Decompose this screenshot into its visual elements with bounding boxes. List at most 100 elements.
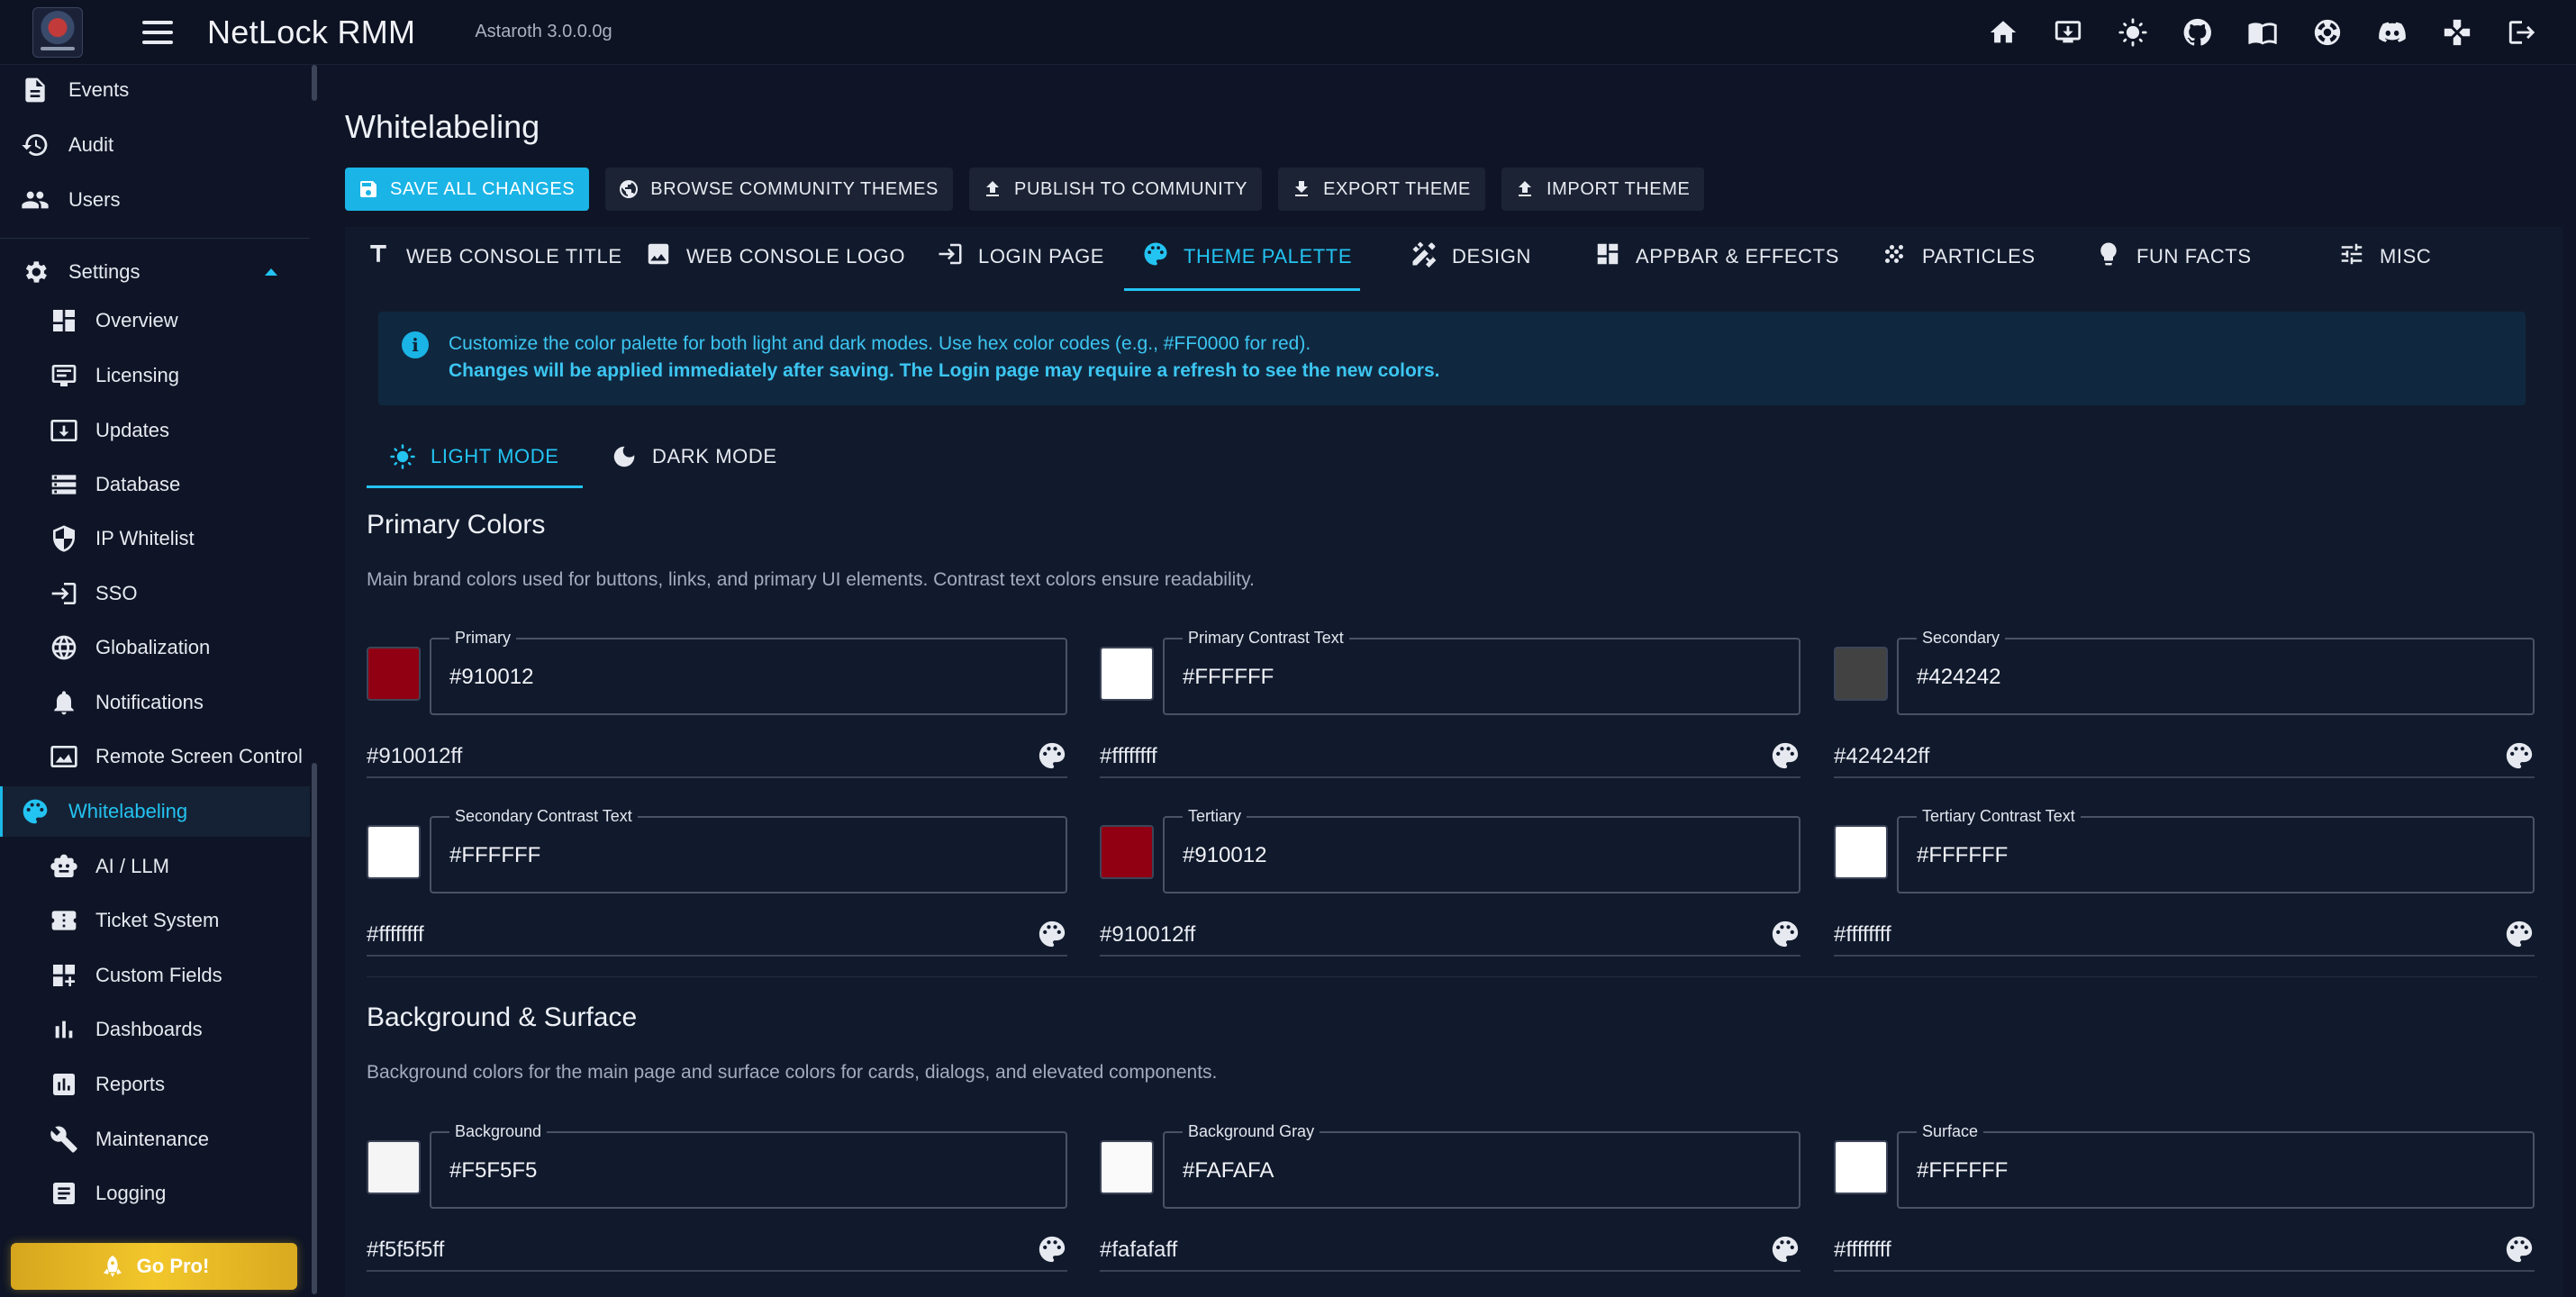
section-title-primary: Primary Colors xyxy=(367,510,546,540)
sidebar-item-overview[interactable]: Overview xyxy=(0,295,310,346)
tab-misc[interactable]: MISC xyxy=(2338,222,2431,292)
sidebar-item-maintenance[interactable]: Maintenance xyxy=(0,1114,310,1165)
sidebar-item-reports[interactable]: Reports xyxy=(0,1059,310,1110)
sidebar-item-audit[interactable]: Audit xyxy=(0,120,310,170)
palette-icon[interactable] xyxy=(1770,740,1800,771)
secondary-input[interactable]: Secondary #424242 xyxy=(1897,629,2535,715)
color-swatch[interactable] xyxy=(1100,825,1154,879)
logout-icon[interactable] xyxy=(2506,16,2538,49)
primary-contrast-text-input[interactable]: Primary Contrast Text #FFFFFF xyxy=(1163,629,1800,715)
color-swatch[interactable] xyxy=(367,1140,421,1194)
sidebar-item-label: Remote Screen Control xyxy=(95,745,303,767)
sidebar-item-updates[interactable]: Updates xyxy=(0,405,310,456)
sidebar-item-sso[interactable]: SSO xyxy=(0,568,310,619)
sidebar-item-dashboards[interactable]: Dashboards xyxy=(0,1004,310,1055)
publish-to-community-button[interactable]: PUBLISH TO COMMUNITY xyxy=(969,168,1263,211)
primary-contrast-text-picker-field[interactable]: #ffffffff xyxy=(1100,735,1800,778)
tab-web-console-title[interactable]: WEB CONSOLE TITLE xyxy=(365,222,622,292)
secondary-contrast-text-input[interactable]: Secondary Contrast Text #FFFFFF xyxy=(430,807,1067,893)
color-field-primary-contrast-text: Primary Contrast Text #FFFFFF #ffffffff xyxy=(1100,629,1800,800)
secondary-picker-field[interactable]: #424242ff xyxy=(1834,735,2535,778)
theme-toggle-icon[interactable] xyxy=(2117,16,2149,49)
tab-fun-facts[interactable]: FUN FACTS xyxy=(2095,222,2252,292)
log-icon xyxy=(49,1178,79,1209)
sidebar-item-database[interactable]: Database xyxy=(0,459,310,510)
background-input[interactable]: Background #F5F5F5 xyxy=(430,1122,1067,1209)
background-gray-input[interactable]: Background Gray #FAFAFA xyxy=(1163,1122,1800,1209)
tab-design[interactable]: DESIGN xyxy=(1410,222,1531,292)
primary-picker-field[interactable]: #910012ff xyxy=(367,735,1067,778)
field-value: #F5F5F5 xyxy=(449,1158,538,1183)
sidebar-item-ip-whitelist[interactable]: IP Whitelist xyxy=(0,513,310,564)
tertiary-input[interactable]: Tertiary #910012 xyxy=(1163,807,1800,893)
palette-icon[interactable] xyxy=(1037,919,1067,949)
home-icon[interactable] xyxy=(1987,16,2019,49)
palette-icon[interactable] xyxy=(2504,919,2535,949)
import-theme-button[interactable]: IMPORT THEME xyxy=(1501,168,1705,211)
discord-icon[interactable] xyxy=(2376,16,2408,49)
menu-toggle-icon[interactable] xyxy=(142,20,173,44)
sidebar-item-globalization[interactable]: Globalization xyxy=(0,622,310,673)
picker-value: #910012ff xyxy=(367,744,463,768)
color-swatch[interactable] xyxy=(1834,647,1888,701)
sidebar-item-users[interactable]: Users xyxy=(0,175,310,225)
game-icon[interactable] xyxy=(2441,16,2473,49)
tab-web-console-logo[interactable]: WEB CONSOLE LOGO xyxy=(645,222,905,292)
palette-icon[interactable] xyxy=(1037,740,1067,771)
login-icon xyxy=(49,578,79,609)
sidebar-item-ai-llm[interactable]: AI / LLM xyxy=(0,841,310,892)
primary-input[interactable]: Primary #910012 xyxy=(430,629,1067,715)
save-all-changes-button[interactable]: SAVE ALL CHANGES xyxy=(345,168,590,211)
color-swatch[interactable] xyxy=(367,825,421,879)
sidebar-item-settings[interactable]: Settings xyxy=(0,247,310,297)
tertiary-contrast-text-picker-field[interactable]: #ffffffff xyxy=(1834,913,2535,957)
sidebar-item-events[interactable]: Events xyxy=(0,65,310,115)
sidebar-item-logging[interactable]: Logging xyxy=(0,1168,310,1219)
info-line-2: Changes will be applied immediately afte… xyxy=(449,360,1440,381)
export-theme-button[interactable]: EXPORT THEME xyxy=(1278,168,1485,211)
tab-particles[interactable]: PARTICLES xyxy=(1881,222,2036,292)
background-picker-field[interactable]: #f5f5f5ff xyxy=(367,1229,1067,1272)
tab-appbar-effects[interactable]: APPBAR & EFFECTS xyxy=(1594,222,1839,292)
palette-icon[interactable] xyxy=(2504,1234,2535,1265)
sidebar-item-label: Notifications xyxy=(95,691,204,713)
color-swatch[interactable] xyxy=(367,647,421,701)
sidebar-item-label: Updates xyxy=(95,419,169,441)
surface-input[interactable]: Surface #FFFFFF xyxy=(1897,1122,2535,1209)
support-icon[interactable] xyxy=(2311,16,2344,49)
sidebar-item-remote-screen-control[interactable]: Remote Screen Control xyxy=(0,731,310,782)
color-swatch[interactable] xyxy=(1100,647,1154,701)
download-icon[interactable] xyxy=(2052,16,2084,49)
tab-login-page[interactable]: LOGIN PAGE xyxy=(937,222,1104,292)
background-gray-picker-field[interactable]: #fafafaff xyxy=(1100,1229,1800,1272)
palette-icon[interactable] xyxy=(2504,740,2535,771)
sidebar-item-licensing[interactable]: Licensing xyxy=(0,350,310,401)
palette-icon[interactable] xyxy=(1037,1234,1067,1265)
sidebar-item-ticket-system[interactable]: Ticket System xyxy=(0,895,310,946)
sidebar-item-custom-fields[interactable]: Custom Fields xyxy=(0,950,310,1001)
picker-value: #910012ff xyxy=(1100,922,1196,947)
color-swatch[interactable] xyxy=(1834,1140,1888,1194)
browse-community-themes-button[interactable]: BROWSE COMMUNITY THEMES xyxy=(605,168,953,211)
button-label: SAVE ALL CHANGES xyxy=(390,178,576,199)
docs-icon[interactable] xyxy=(2246,16,2279,49)
tertiary-contrast-text-input[interactable]: Tertiary Contrast Text #FFFFFF xyxy=(1897,807,2535,893)
sidebar-scrollbar-thumb[interactable] xyxy=(312,763,317,1294)
sidebar-item-notifications[interactable]: Notifications xyxy=(0,677,310,728)
sidebar-item-label: IP Whitelist xyxy=(95,527,195,549)
color-swatch[interactable] xyxy=(1834,825,1888,879)
tab-theme-palette[interactable]: THEME PALETTE xyxy=(1142,222,1352,292)
palette-icon[interactable] xyxy=(1770,919,1800,949)
github-icon[interactable] xyxy=(2181,16,2214,49)
tab-label: PARTICLES xyxy=(1922,245,2036,268)
sidebar-item-whitelabeling[interactable]: Whitelabeling xyxy=(0,786,310,837)
sidebar-scrollbar-top[interactable] xyxy=(312,65,317,101)
color-swatch[interactable] xyxy=(1100,1140,1154,1194)
palette-icon[interactable] xyxy=(1770,1234,1800,1265)
tab-light-mode[interactable]: LIGHT MODE xyxy=(389,425,559,488)
tab-dark-mode[interactable]: DARK MODE xyxy=(611,425,777,488)
tertiary-picker-field[interactable]: #910012ff xyxy=(1100,913,1800,957)
surface-picker-field[interactable]: #ffffffff xyxy=(1834,1229,2535,1272)
secondary-contrast-text-picker-field[interactable]: #ffffffff xyxy=(367,913,1067,957)
go-pro-button[interactable]: Go Pro! xyxy=(11,1243,297,1290)
